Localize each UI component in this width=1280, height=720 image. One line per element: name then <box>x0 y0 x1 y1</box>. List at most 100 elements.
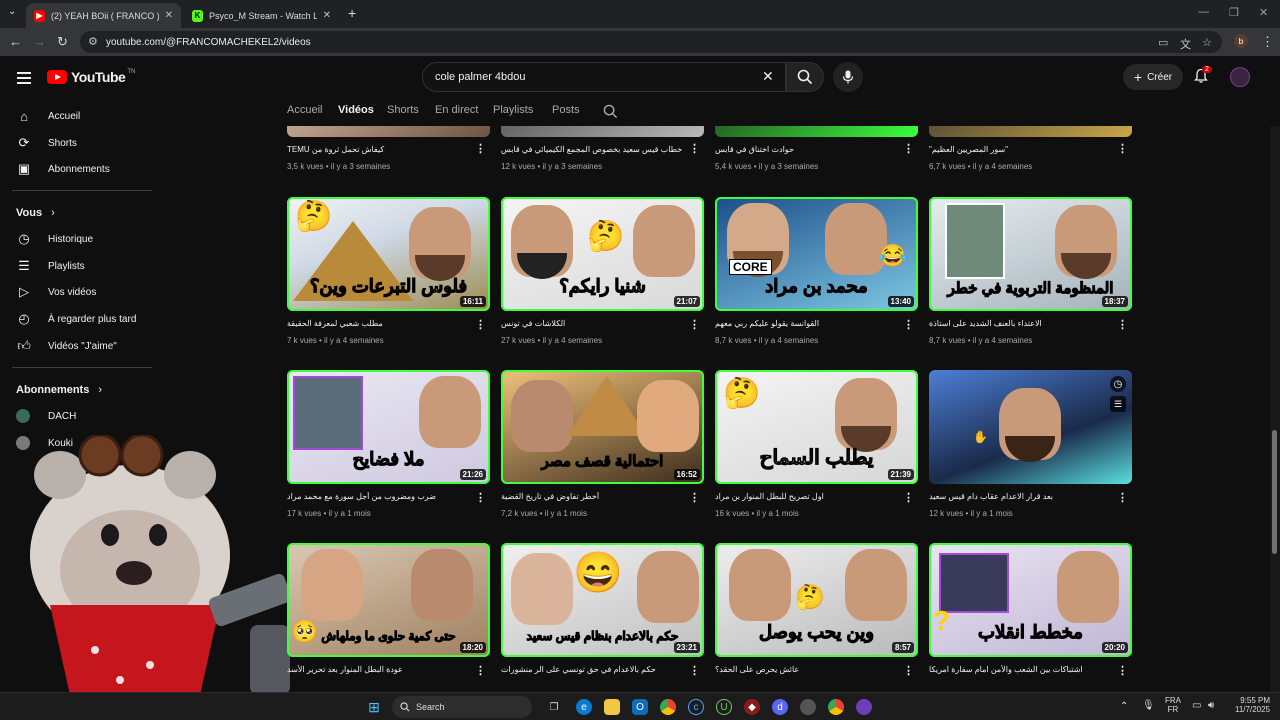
app-gray-icon[interactable] <box>800 699 816 715</box>
video-card[interactable]: احتمالية قصف مصر 16:52 أخطر تفاوض في تار… <box>501 370 704 518</box>
scrollbar-thumb[interactable] <box>1272 430 1277 554</box>
tab-live[interactable]: En direct <box>435 104 478 116</box>
more-options-icon[interactable]: ⋮ <box>903 142 914 155</box>
minimize-icon[interactable]: — <box>1198 6 1209 18</box>
tab-playlists[interactable]: Playlists <box>493 104 533 116</box>
close-tab-icon[interactable]: ✕ <box>165 10 173 21</box>
video-title[interactable]: عودة البطل المنوار بعد تحرير الأسد <box>287 665 477 676</box>
video-thumbnail[interactable]: المنظومة التربوية في خطر 18:37 <box>929 197 1132 311</box>
menu-icon[interactable] <box>17 72 31 87</box>
more-options-icon[interactable]: ⋮ <box>475 491 486 504</box>
video-thumbnail[interactable]: ? مخطط انقلاب 20:20 <box>929 543 1132 657</box>
video-thumbnail[interactable]: 🤔 شنيا رايكم؟ 21:07 <box>501 197 704 311</box>
video-thumbnail[interactable]: 🤔 فلوس التبرعات وين؟ 16:11 <box>287 197 490 311</box>
task-view-icon[interactable]: ❐ <box>546 699 562 715</box>
sidebar-item-home[interactable]: ⌂ Accueil <box>16 106 80 126</box>
tab-videos[interactable]: Vidéos <box>338 104 374 116</box>
clock[interactable]: 9:55 PM 11/7/2025 <box>1226 696 1270 714</box>
more-options-icon[interactable]: ⋮ <box>689 142 700 155</box>
copilot-icon[interactable]: c <box>688 699 704 715</box>
search-input[interactable]: cole palmer 4bdou <box>422 62 786 92</box>
video-thumbnail[interactable] <box>929 126 1132 137</box>
maximize-icon[interactable]: ❐ <box>1229 6 1239 19</box>
video-thumbnail[interactable]: 😄 حكم بالاعدام بنظام قيس سعيد 23:21 <box>501 543 704 657</box>
address-bar[interactable]: ⚙ youtube.com/@FRANCOMACHEKEL2/videos ▭ … <box>80 31 1222 53</box>
more-options-icon[interactable]: ⋮ <box>903 664 914 677</box>
app-red-icon[interactable]: ◆ <box>744 699 760 715</box>
browser-tab-active[interactable]: ▶ (2) YEAH BOii ( FRANCO ) - YouTube ✕ <box>26 3 181 28</box>
video-thumbnail[interactable]: احتمالية قصف مصر 16:52 <box>501 370 704 484</box>
search-button[interactable] <box>786 62 824 92</box>
edge-browser-icon[interactable]: e <box>576 699 592 715</box>
sidebar-item-watch-later[interactable]: ◴ À regarder plus tard <box>16 309 136 329</box>
tab-shorts[interactable]: Shorts <box>387 104 419 116</box>
video-card[interactable]: CORE 😂 محمد بن مراد 13:40 القوانسة يقولو… <box>715 197 918 345</box>
reload-icon[interactable]: ↻ <box>57 34 68 50</box>
watch-later-thumb-icon[interactable]: ◷ <box>1110 376 1126 392</box>
video-thumbnail[interactable]: ◷ ☰ ✋ <box>929 370 1132 484</box>
sidebar-item-playlists[interactable]: ☰ Playlists <box>16 256 85 276</box>
profile-avatar[interactable]: b <box>1234 34 1248 48</box>
video-title[interactable]: اول تصريح للبطل المنوار بن مراد <box>715 492 905 503</box>
more-options-icon[interactable]: ⋮ <box>689 491 700 504</box>
add-to-queue-icon[interactable]: ☰ <box>1110 396 1126 412</box>
volume-icon[interactable]: 🔊︎ <box>1208 700 1214 711</box>
video-card[interactable]: 🤔 شنيا رايكم؟ 21:07 الكلاشات في تونس 27 … <box>501 197 704 345</box>
page-scrollbar[interactable] <box>1270 126 1280 692</box>
sidebar-item-shorts[interactable]: ⟳ Shorts <box>16 133 77 153</box>
video-thumbnail[interactable]: 🥺 حتى كمية حلوى ما وملهاش 18:20 <box>287 543 490 657</box>
tab-search-icon[interactable]: ⌄ <box>8 6 16 17</box>
chrome-icon[interactable] <box>660 699 676 715</box>
account-avatar[interactable] <box>1230 67 1250 87</box>
clear-search-icon[interactable]: ✕ <box>762 68 774 85</box>
video-card[interactable]: ? مخطط انقلاب 20:20 اشتباكات بين الشعب و… <box>929 543 1132 682</box>
channel-search-icon[interactable] <box>603 104 618 119</box>
more-options-icon[interactable]: ⋮ <box>1117 318 1128 331</box>
subscriptions-section-header[interactable]: Abonnements › <box>16 384 102 396</box>
forward-icon[interactable]: → <box>33 34 46 49</box>
video-thumbnail[interactable] <box>501 126 704 137</box>
video-card[interactable]: حوادث اختناق في قابس 5,4 k vues • il y a… <box>715 126 918 171</box>
video-title[interactable]: بعد قرار الاعدام عقاب دام قيس سعيد <box>929 492 1119 503</box>
you-section-header[interactable]: Vous › <box>16 207 55 219</box>
display-icon[interactable]: ▭ <box>1192 700 1201 711</box>
video-card[interactable]: 🤔 فلوس التبرعات وين؟ 16:11 مطلب شعبي لمع… <box>287 197 490 345</box>
new-tab-button[interactable]: + <box>348 5 356 21</box>
video-card[interactable]: 🤔 وين يحب يوصل 8:57 عائش يحرص على الحقد؟… <box>715 543 918 682</box>
video-card[interactable]: خطاب قيس سعيد بخصوص المجمع الكيميائي في … <box>501 126 704 171</box>
video-title[interactable]: مطلب شعبي لمعرفة الحقيقة <box>287 319 477 330</box>
taskbar-search-input[interactable]: Search <box>392 696 532 718</box>
video-card[interactable]: المنظومة التربوية في خطر 18:37 الاعتداء … <box>929 197 1132 345</box>
more-options-icon[interactable]: ⋮ <box>1117 142 1128 155</box>
video-card[interactable]: كيفاش تحمل ثروة من TEMU 3,5 k vues • il … <box>287 126 490 171</box>
site-info-icon[interactable]: ⚙ <box>88 35 98 48</box>
close-tab-icon[interactable]: ✕ <box>323 10 331 21</box>
more-options-icon[interactable]: ⋮ <box>689 318 700 331</box>
video-title[interactable]: خطاب قيس سعيد بخصوص المجمع الكيميائي في … <box>501 145 691 156</box>
more-options-icon[interactable]: ⋮ <box>689 664 700 677</box>
tab-home[interactable]: Accueil <box>287 104 322 116</box>
outlook-icon[interactable]: O <box>632 699 648 715</box>
close-window-icon[interactable]: ✕ <box>1259 6 1268 19</box>
sidebar-sub-channel[interactable]: DACH <box>16 406 76 426</box>
discord-icon[interactable]: d <box>772 699 788 715</box>
video-thumbnail[interactable]: 🤔 يطلب السماح 21:39 <box>715 370 918 484</box>
more-options-icon[interactable]: ⋮ <box>475 142 486 155</box>
tray-chevron-icon[interactable]: ⌃ <box>1120 701 1128 712</box>
video-title[interactable]: الاعتداء بالعنف الشديد على استاذة <box>929 319 1119 330</box>
youtube-logo[interactable]: YouTube TN <box>47 69 135 85</box>
video-card[interactable]: ملا فضايح 21:26 ضرب ومضروب من أجل سورة م… <box>287 370 490 518</box>
video-card[interactable]: ◷ ☰ ✋ بعد قرار الاعدام عقاب دام قيس سعيد… <box>929 370 1132 518</box>
browser-tab[interactable]: K Psyco_M Stream - Watch Live o ✕ <box>184 3 339 28</box>
video-card[interactable]: 🤔 يطلب السماح 21:39 اول تصريح للبطل المن… <box>715 370 918 518</box>
video-title[interactable]: "سور المصريين العظيم" <box>929 145 1119 156</box>
video-card[interactable]: "سور المصريين العظيم" 6,7 k vues • il y … <box>929 126 1132 171</box>
voice-search-button[interactable] <box>833 62 863 92</box>
app-purple-icon[interactable] <box>856 699 872 715</box>
video-thumbnail[interactable] <box>715 126 918 137</box>
more-options-icon[interactable]: ⋮ <box>1117 664 1128 677</box>
video-title[interactable]: أخطر تفاوض في تاريخ القضية <box>501 492 691 503</box>
more-options-icon[interactable]: ⋮ <box>475 664 486 677</box>
back-icon[interactable]: ← <box>9 34 22 49</box>
video-thumbnail[interactable]: ملا فضايح 21:26 <box>287 370 490 484</box>
